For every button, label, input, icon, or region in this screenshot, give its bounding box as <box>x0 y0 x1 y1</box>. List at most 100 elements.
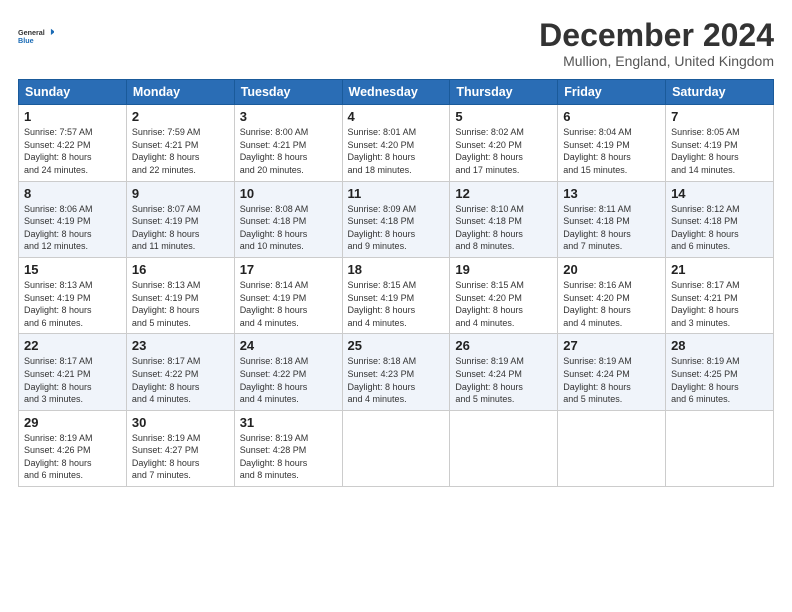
calendar-day-cell: 2 Sunrise: 7:59 AM Sunset: 4:21 PM Daylig… <box>126 105 234 181</box>
day-number: 25 <box>348 338 445 353</box>
day-number: 24 <box>240 338 337 353</box>
calendar-day-cell: 4Sunrise: 8:01 AM Sunset: 4:20 PM Daylig… <box>342 105 450 181</box>
day-detail: Sunrise: 8:19 AM Sunset: 4:24 PM Dayligh… <box>455 355 552 405</box>
calendar-day-header: Monday <box>126 80 234 105</box>
calendar-empty-cell <box>342 410 450 486</box>
calendar-day-cell: 30 Sunrise: 8:19 AM Sunset: 4:27 PM Dayli… <box>126 410 234 486</box>
calendar-day-cell: 8 Sunrise: 8:06 AM Sunset: 4:19 PM Daylig… <box>19 181 127 257</box>
day-detail: Sunrise: 7:59 AM Sunset: 4:21 PM Dayligh… <box>132 126 229 176</box>
calendar-day-cell: 21 Sunrise: 8:17 AM Sunset: 4:21 PM Dayli… <box>666 257 774 333</box>
day-number: 28 <box>671 338 768 353</box>
svg-text:Blue: Blue <box>18 36 34 45</box>
day-detail: Sunrise: 8:11 AM Sunset: 4:18 PM Dayligh… <box>563 203 660 253</box>
day-detail: Sunrise: 8:08 AM Sunset: 4:18 PM Dayligh… <box>240 203 337 253</box>
title-block: December 2024 Mullion, England, United K… <box>539 18 774 69</box>
day-number: 10 <box>240 186 337 201</box>
calendar-header-row: SundayMondayTuesdayWednesdayThursdayFrid… <box>19 80 774 105</box>
calendar-day-header: Sunday <box>19 80 127 105</box>
calendar-day-header: Wednesday <box>342 80 450 105</box>
day-number: 21 <box>671 262 768 277</box>
calendar-day-cell: 24 Sunrise: 8:18 AM Sunset: 4:22 PM Dayli… <box>234 334 342 410</box>
day-detail: Sunrise: 8:14 AM Sunset: 4:19 PM Dayligh… <box>240 279 337 329</box>
day-number: 22 <box>24 338 121 353</box>
day-detail: Sunrise: 8:10 AM Sunset: 4:18 PM Dayligh… <box>455 203 552 253</box>
day-number: 11 <box>348 186 445 201</box>
day-detail: Sunrise: 8:18 AM Sunset: 4:22 PM Dayligh… <box>240 355 337 405</box>
day-detail: Sunrise: 8:07 AM Sunset: 4:19 PM Dayligh… <box>132 203 229 253</box>
day-number: 16 <box>132 262 229 277</box>
logo: General Blue <box>18 18 54 54</box>
svg-text:General: General <box>18 28 45 37</box>
day-detail: Sunrise: 8:12 AM Sunset: 4:18 PM Dayligh… <box>671 203 768 253</box>
calendar-empty-cell <box>666 410 774 486</box>
calendar-day-header: Thursday <box>450 80 558 105</box>
day-number: 14 <box>671 186 768 201</box>
day-detail: Sunrise: 8:18 AM Sunset: 4:23 PM Dayligh… <box>348 355 445 405</box>
day-detail: Sunrise: 8:17 AM Sunset: 4:22 PM Dayligh… <box>132 355 229 405</box>
day-number: 23 <box>132 338 229 353</box>
calendar-day-header: Saturday <box>666 80 774 105</box>
calendar-day-header: Tuesday <box>234 80 342 105</box>
calendar-day-cell: 12Sunrise: 8:10 AM Sunset: 4:18 PM Dayli… <box>450 181 558 257</box>
calendar-day-cell: 29Sunrise: 8:19 AM Sunset: 4:26 PM Dayli… <box>19 410 127 486</box>
calendar-day-cell: 11 Sunrise: 8:09 AM Sunset: 4:18 PM Dayli… <box>342 181 450 257</box>
calendar-day-cell: 23 Sunrise: 8:17 AM Sunset: 4:22 PM Dayli… <box>126 334 234 410</box>
day-detail: Sunrise: 8:19 AM Sunset: 4:27 PM Dayligh… <box>132 432 229 482</box>
day-number: 15 <box>24 262 121 277</box>
day-detail: Sunrise: 8:19 AM Sunset: 4:26 PM Dayligh… <box>24 432 121 482</box>
day-number: 7 <box>671 109 768 124</box>
calendar-empty-cell <box>450 410 558 486</box>
day-number: 6 <box>563 109 660 124</box>
calendar-day-cell: 7Sunrise: 8:05 AM Sunset: 4:19 PM Daylig… <box>666 105 774 181</box>
day-number: 18 <box>348 262 445 277</box>
header: General Blue December 2024 Mullion, Engl… <box>18 18 774 69</box>
calendar-day-header: Friday <box>558 80 666 105</box>
calendar-day-cell: 26 Sunrise: 8:19 AM Sunset: 4:24 PM Dayli… <box>450 334 558 410</box>
month-title: December 2024 <box>539 18 774 53</box>
day-number: 2 <box>132 109 229 124</box>
day-detail: Sunrise: 8:06 AM Sunset: 4:19 PM Dayligh… <box>24 203 121 253</box>
day-detail: Sunrise: 8:16 AM Sunset: 4:20 PM Dayligh… <box>563 279 660 329</box>
calendar-day-cell: 20 Sunrise: 8:16 AM Sunset: 4:20 PM Dayli… <box>558 257 666 333</box>
day-detail: Sunrise: 8:09 AM Sunset: 4:18 PM Dayligh… <box>348 203 445 253</box>
day-detail: Sunrise: 8:17 AM Sunset: 4:21 PM Dayligh… <box>671 279 768 329</box>
calendar-day-cell: 14 Sunrise: 8:12 AM Sunset: 4:18 PM Dayli… <box>666 181 774 257</box>
calendar-day-cell: 10 Sunrise: 8:08 AM Sunset: 4:18 PM Dayli… <box>234 181 342 257</box>
day-detail: Sunrise: 8:13 AM Sunset: 4:19 PM Dayligh… <box>24 279 121 329</box>
calendar-day-cell: 18 Sunrise: 8:15 AM Sunset: 4:19 PM Dayli… <box>342 257 450 333</box>
day-detail: Sunrise: 8:19 AM Sunset: 4:25 PM Dayligh… <box>671 355 768 405</box>
day-number: 27 <box>563 338 660 353</box>
page: General Blue December 2024 Mullion, Engl… <box>0 0 792 612</box>
day-number: 30 <box>132 415 229 430</box>
day-detail: Sunrise: 8:15 AM Sunset: 4:19 PM Dayligh… <box>348 279 445 329</box>
day-number: 5 <box>455 109 552 124</box>
calendar-day-cell: 16 Sunrise: 8:13 AM Sunset: 4:19 PM Dayli… <box>126 257 234 333</box>
calendar-day-cell: 6Sunrise: 8:04 AM Sunset: 4:19 PM Daylig… <box>558 105 666 181</box>
calendar-day-cell: 5 Sunrise: 8:02 AM Sunset: 4:20 PM Daylig… <box>450 105 558 181</box>
calendar-day-cell: 28 Sunrise: 8:19 AM Sunset: 4:25 PM Dayli… <box>666 334 774 410</box>
logo-icon: General Blue <box>18 18 54 54</box>
day-number: 26 <box>455 338 552 353</box>
calendar-day-cell: 3 Sunrise: 8:00 AM Sunset: 4:21 PM Daylig… <box>234 105 342 181</box>
calendar-week-row: 1Sunrise: 7:57 AM Sunset: 4:22 PM Daylig… <box>19 105 774 181</box>
day-detail: Sunrise: 8:00 AM Sunset: 4:21 PM Dayligh… <box>240 126 337 176</box>
calendar-day-cell: 19Sunrise: 8:15 AM Sunset: 4:20 PM Dayli… <box>450 257 558 333</box>
day-detail: Sunrise: 8:02 AM Sunset: 4:20 PM Dayligh… <box>455 126 552 176</box>
calendar-day-cell: 9Sunrise: 8:07 AM Sunset: 4:19 PM Daylig… <box>126 181 234 257</box>
day-number: 8 <box>24 186 121 201</box>
calendar-day-cell: 15 Sunrise: 8:13 AM Sunset: 4:19 PM Dayli… <box>19 257 127 333</box>
day-detail: Sunrise: 8:19 AM Sunset: 4:28 PM Dayligh… <box>240 432 337 482</box>
calendar-week-row: 29Sunrise: 8:19 AM Sunset: 4:26 PM Dayli… <box>19 410 774 486</box>
day-detail: Sunrise: 8:01 AM Sunset: 4:20 PM Dayligh… <box>348 126 445 176</box>
calendar-day-cell: 13 Sunrise: 8:11 AM Sunset: 4:18 PM Dayli… <box>558 181 666 257</box>
calendar-week-row: 22 Sunrise: 8:17 AM Sunset: 4:21 PM Dayli… <box>19 334 774 410</box>
day-number: 13 <box>563 186 660 201</box>
day-detail: Sunrise: 8:17 AM Sunset: 4:21 PM Dayligh… <box>24 355 121 405</box>
day-number: 17 <box>240 262 337 277</box>
day-detail: Sunrise: 8:13 AM Sunset: 4:19 PM Dayligh… <box>132 279 229 329</box>
calendar-day-cell: 27Sunrise: 8:19 AM Sunset: 4:24 PM Dayli… <box>558 334 666 410</box>
calendar-day-cell: 31Sunrise: 8:19 AM Sunset: 4:28 PM Dayli… <box>234 410 342 486</box>
day-number: 3 <box>240 109 337 124</box>
calendar-day-cell: 1Sunrise: 7:57 AM Sunset: 4:22 PM Daylig… <box>19 105 127 181</box>
day-number: 20 <box>563 262 660 277</box>
